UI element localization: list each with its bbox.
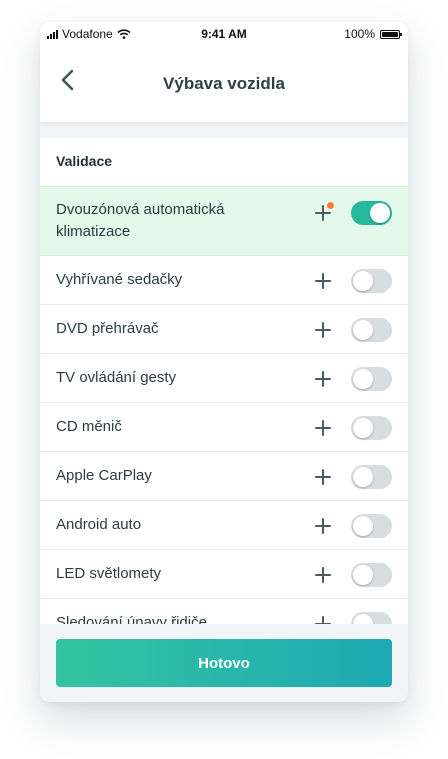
list-item: CD měnič [40,402,408,451]
toggle-knob [353,369,373,389]
feature-toggle[interactable] [351,563,392,587]
list-item-label: Vyhřívané sedačky [56,271,183,288]
notification-dot-icon [327,202,334,209]
feature-toggle[interactable] [351,514,392,538]
list-item: Android auto [40,500,408,549]
done-button[interactable]: Hotovo [56,639,392,687]
toggle-knob [353,418,373,438]
list-item-label: Dvouzónová automatická klimatizace [56,201,225,240]
plus-icon[interactable] [314,419,332,437]
list-item-label: Apple CarPlay [56,467,152,484]
list-item: TV ovládání gesty [40,353,408,402]
plus-icon[interactable] [314,272,332,290]
list-item-label: LED světlomety [56,565,162,582]
battery-percent: 100% [344,27,375,41]
equipment-card: Validace Dvouzónová automatická klimatiz… [40,138,408,647]
feature-toggle[interactable] [351,318,392,342]
list-item: DVD přehrávač [40,304,408,353]
list-item-label: Android auto [56,516,142,533]
equipment-list: Dvouzónová automatická klimatizace Vyhřív… [40,186,408,647]
navigation-bar: Výbava vozidla [40,46,408,122]
toggle-knob [353,320,373,340]
list-item-label: CD měnič [56,418,122,435]
status-bar: Vodafone 9:41 AM 100% [40,22,408,46]
page-title: Výbava vozidla [163,74,285,93]
footer: Hotovo [40,624,408,702]
toggle-knob [353,516,373,536]
plus-icon[interactable] [314,517,332,535]
feature-toggle[interactable] [351,367,392,391]
list-item-label: DVD přehrávač [56,320,159,337]
toggle-knob [370,203,390,223]
feature-toggle[interactable] [351,465,392,489]
feature-toggle[interactable] [351,269,392,293]
toggle-knob [353,565,373,585]
section-title: Validace [56,153,113,169]
feature-toggle[interactable] [351,201,392,225]
plus-icon[interactable] [314,370,332,388]
plus-icon[interactable] [314,468,332,486]
plus-icon[interactable] [314,321,332,339]
list-item: Dvouzónová automatická klimatizace [40,186,408,255]
toggle-knob [353,271,373,291]
list-item: LED světlomety [40,549,408,598]
plus-icon[interactable] [314,566,332,584]
toggle-knob [353,467,373,487]
status-right: 100% [344,27,402,41]
list-item: Vyhřívané sedačky [40,255,408,304]
phone-frame: Vodafone 9:41 AM 100% Výbava vozidla Val… [40,22,408,702]
battery-icon [380,29,402,39]
list-item-label: TV ovládání gesty [56,369,177,386]
feature-toggle[interactable] [351,416,392,440]
list-item: Apple CarPlay [40,451,408,500]
